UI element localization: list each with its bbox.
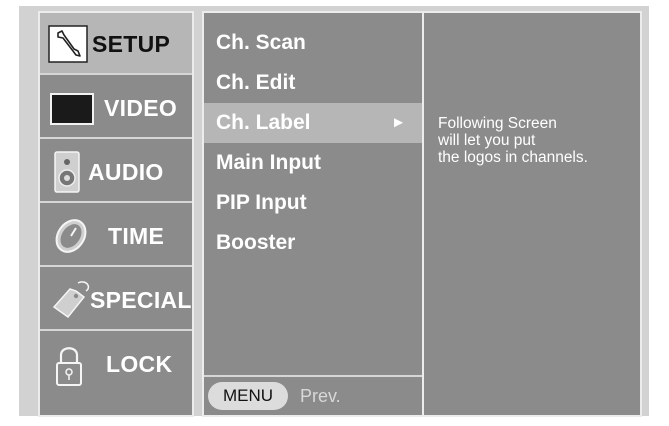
category-label: VIDEO bbox=[104, 95, 178, 121]
category-column: SETUP VIDEO AUDIO TIME SPECIAL LOCK bbox=[38, 11, 194, 417]
category-label: SPECIAL bbox=[90, 287, 192, 313]
category-video[interactable]: VIDEO bbox=[40, 77, 192, 139]
menu-item-booster[interactable]: Booster bbox=[204, 223, 422, 263]
category-time[interactable]: TIME bbox=[40, 205, 192, 267]
category-label: SETUP bbox=[92, 31, 171, 57]
info-line: the logos in channels. bbox=[438, 149, 588, 166]
wrench-icon bbox=[48, 25, 88, 63]
menu-item-ch-scan[interactable]: Ch. Scan bbox=[204, 23, 422, 63]
category-label: TIME bbox=[108, 223, 165, 249]
menu-item-ch-edit[interactable]: Ch. Edit bbox=[204, 63, 422, 103]
clock-icon bbox=[55, 219, 87, 253]
category-label: LOCK bbox=[106, 351, 173, 377]
menu-item-main-input[interactable]: Main Input bbox=[204, 143, 422, 183]
arrow-right-icon: ► bbox=[391, 114, 406, 131]
monitor-icon bbox=[50, 93, 94, 125]
menu-footer: MENU Prev. bbox=[204, 375, 422, 415]
menu-item-pip-input[interactable]: PIP Input bbox=[204, 183, 422, 223]
padlock-icon bbox=[56, 347, 82, 386]
category-setup[interactable]: SETUP bbox=[40, 13, 192, 75]
info-panel: Following Screen will let you put the lo… bbox=[424, 11, 642, 417]
speaker-icon bbox=[54, 151, 80, 193]
menu-item-label: Ch. Label bbox=[216, 111, 311, 134]
category-audio[interactable]: AUDIO bbox=[40, 141, 192, 203]
tag-icon bbox=[52, 281, 90, 319]
menu-button[interactable]: MENU bbox=[208, 382, 288, 410]
category-label: AUDIO bbox=[88, 159, 164, 185]
category-special[interactable]: SPECIAL bbox=[40, 269, 192, 331]
prev-label: Prev. bbox=[300, 386, 341, 406]
info-text: Following Screen will let you put the lo… bbox=[438, 115, 638, 166]
info-line: Following Screen bbox=[438, 115, 557, 132]
info-line: will let you put bbox=[438, 132, 536, 149]
menu-column: Ch. Scan Ch. Edit Ch. Label ► Main Input… bbox=[202, 11, 424, 417]
category-lock[interactable]: LOCK bbox=[40, 333, 192, 395]
menu-item-ch-label[interactable]: Ch. Label ► bbox=[204, 103, 422, 143]
